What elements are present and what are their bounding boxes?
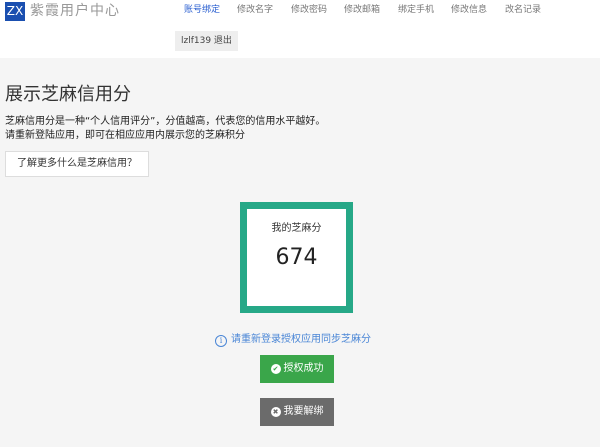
check-circle-icon: ✔ — [270, 364, 281, 374]
page-title: 展示芝麻信用分 — [5, 84, 131, 105]
unbind-button[interactable]: ✖ 我要解绑 — [260, 398, 334, 426]
sesame-score-card: 我的芝麻分 674 — [240, 202, 353, 313]
logo-icon[interactable]: ZX — [5, 2, 25, 21]
nav-change-password[interactable]: 修改密码 — [291, 4, 327, 16]
top-navbar: ZX 紫霞用户中心 账号绑定 修改名字 修改密码 修改邮箱 绑定手机 修改信息 … — [0, 0, 600, 58]
score-label: 我的芝麻分 — [271, 223, 322, 234]
user-logout-link[interactable]: lzlf139 退出 — [175, 31, 238, 51]
nav-change-email[interactable]: 修改邮箱 — [344, 4, 380, 16]
nav-edit-info[interactable]: 修改信息 — [451, 4, 487, 16]
nav-account-binding[interactable]: 账号绑定 — [184, 4, 220, 16]
score-value: 674 — [275, 245, 318, 270]
brand-title[interactable]: 紫霞用户中心 — [30, 2, 120, 20]
description-line-2: 请重新登陆应用，即可在相应应用内展示您的芝麻积分 — [5, 130, 245, 141]
authorized-success-button[interactable]: ✔ 授权成功 — [260, 355, 334, 383]
nav-change-name[interactable]: 修改名字 — [237, 4, 273, 16]
description-line-1: 芝麻信用分是一种“个人信用评分”，分值越高，代表您的信用水平越好。 — [5, 116, 326, 127]
close-circle-icon: ✖ — [270, 407, 281, 417]
nav-rename-history[interactable]: 改名记录 — [505, 4, 541, 16]
learn-more-button[interactable]: 了解更多什么是芝麻信用？ — [5, 151, 149, 177]
sync-hint-text: 请重新登录授权应用同步芝麻分 — [231, 334, 371, 345]
unbind-button-label: 我要解绑 — [283, 406, 324, 417]
success-button-label: 授权成功 — [283, 363, 324, 374]
info-circle-icon: i — [215, 335, 227, 347]
sync-hint-link[interactable]: i 请重新登录授权应用同步芝麻分 — [215, 333, 371, 347]
nav-bind-phone[interactable]: 绑定手机 — [398, 4, 434, 16]
